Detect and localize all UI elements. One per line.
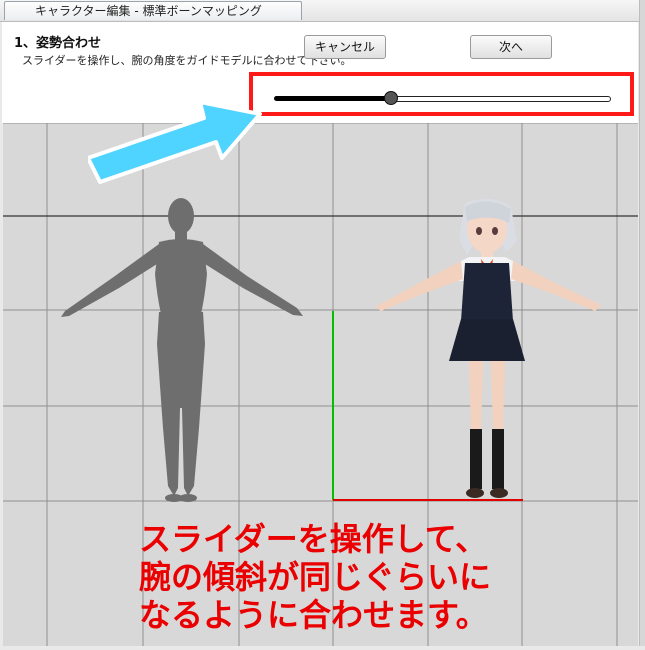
annotation-line-1: スライダーを操作して、 — [139, 520, 488, 558]
step-title: 1、姿勢合わせ — [14, 36, 102, 51]
cancel-button[interactable]: キャンセル — [304, 35, 386, 59]
step-description: スライダーを操作し、腕の角度をガイドモデルに合わせて下さい。 — [22, 54, 352, 67]
title-bar: キャラクター編集 - 標準ボーンマッピング — [0, 0, 640, 22]
character-model — [375, 199, 601, 498]
window-tab[interactable]: キャラクター編集 - 標準ボーンマッピング — [4, 1, 302, 20]
slider-highlight-box — [249, 72, 634, 116]
annotation-line-2: 腕の傾斜が同じぐらいに — [139, 558, 492, 596]
next-button[interactable]: 次へ — [470, 35, 552, 59]
window-edge — [639, 0, 645, 646]
hint-arrow — [88, 100, 262, 184]
instruction-annotation: スライダーを操作して、 腕の傾斜が同じぐらいに なるように合わせます。 — [139, 520, 491, 634]
annotation-line-3: なるように合わせます。 — [139, 596, 488, 634]
guide-model-silhouette — [61, 198, 303, 502]
